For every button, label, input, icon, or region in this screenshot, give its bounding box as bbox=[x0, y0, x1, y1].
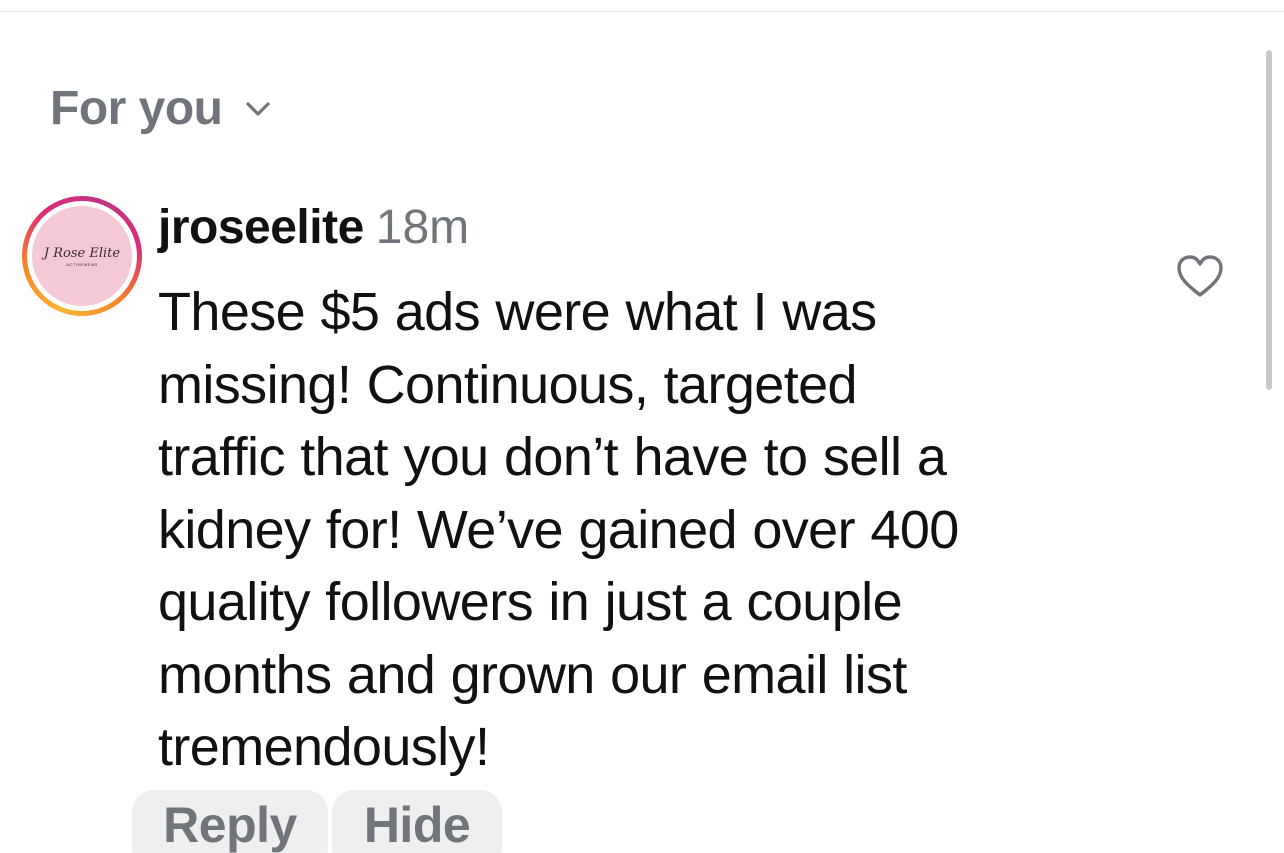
sort-label: For you bbox=[50, 81, 223, 135]
heart-outline-icon bbox=[1175, 253, 1225, 304]
like-button[interactable] bbox=[1172, 252, 1228, 304]
hide-button[interactable]: Hide bbox=[332, 790, 502, 853]
sort-dropdown[interactable]: For you bbox=[50, 78, 271, 138]
username[interactable]: jroseelite bbox=[158, 200, 364, 255]
top-divider bbox=[0, 11, 1284, 12]
chevron-down-icon bbox=[245, 101, 271, 122]
scrollbar[interactable] bbox=[1266, 50, 1272, 390]
avatar-image: J Rose Elite ACTIVEWEAR bbox=[32, 206, 132, 306]
avatar-ring: J Rose Elite ACTIVEWEAR bbox=[27, 201, 137, 311]
avatar-brand-text: J Rose Elite bbox=[43, 245, 121, 261]
timestamp: 18m bbox=[375, 201, 470, 254]
avatar[interactable]: J Rose Elite ACTIVEWEAR bbox=[22, 196, 142, 316]
reply-label: Reply bbox=[163, 797, 297, 853]
reply-button[interactable]: Reply bbox=[132, 790, 328, 853]
avatar-sub-text: ACTIVEWEAR bbox=[66, 261, 98, 267]
comment-text: These $5 ads were what I was missing! Co… bbox=[158, 282, 959, 777]
comments-screen: For you J Rose Elite ACTIVEWEAR jroseeli… bbox=[0, 0, 1284, 853]
hide-label: Hide bbox=[363, 797, 471, 853]
comment-header: jroseelite 18m bbox=[158, 200, 469, 260]
